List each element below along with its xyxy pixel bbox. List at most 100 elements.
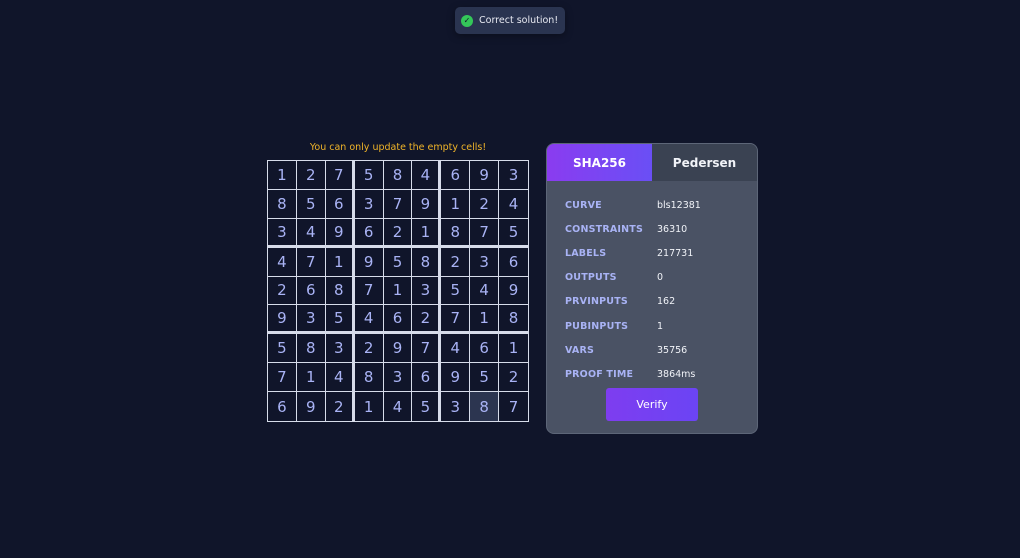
sudoku-cell[interactable]: 2 [326, 392, 355, 421]
sudoku-cell[interactable]: 1 [383, 276, 413, 306]
sudoku-cell[interactable]: 4 [384, 392, 413, 421]
sudoku-cell[interactable]: 9 [441, 363, 471, 393]
sudoku-cell[interactable]: 9 [354, 247, 384, 277]
sudoku-cell[interactable]: 9 [268, 305, 297, 335]
sudoku-cell[interactable]: 8 [441, 218, 471, 248]
sudoku-cell[interactable]: 3 [412, 276, 442, 306]
stat-key: CURVE [565, 199, 602, 211]
sudoku-cell[interactable]: 1 [412, 218, 442, 248]
stat-row-constraints: CONSTRAINTS 36310 [565, 217, 757, 241]
sudoku-cell[interactable]: 1 [325, 247, 355, 277]
sudoku-cell[interactable]: 3 [470, 247, 500, 277]
toast-message: Correct solution! [479, 15, 559, 26]
stat-row-pubinputs: PUBINPUTS 1 [565, 314, 757, 338]
sudoku-cell[interactable]: 8 [470, 392, 500, 421]
sudoku-cell[interactable]: 1 [355, 392, 384, 421]
sudoku-cell[interactable]: 2 [499, 363, 528, 393]
sudoku-cell[interactable]: 5 [412, 392, 442, 421]
sudoku-cell[interactable]: 9 [325, 218, 355, 248]
sudoku-cell[interactable]: 7 [412, 334, 442, 364]
sudoku-cell[interactable]: 5 [296, 189, 326, 219]
sudoku-cell[interactable]: 4 [441, 334, 471, 364]
sudoku-cell[interactable]: 6 [354, 218, 384, 248]
sudoku-cell[interactable]: 2 [441, 247, 471, 277]
sudoku-cell[interactable]: 2 [383, 218, 413, 248]
tab-sha256[interactable]: SHA256 [547, 144, 652, 181]
sudoku-cell[interactable]: 7 [268, 363, 297, 393]
sudoku-cell[interactable]: 9 [412, 189, 442, 219]
sudoku-cell[interactable]: 5 [383, 247, 413, 277]
hash-tabs: SHA256 Pedersen [547, 144, 757, 181]
sudoku-cell[interactable]: 6 [470, 334, 500, 364]
stat-value: 35756 [657, 344, 688, 356]
sudoku-cell[interactable]: 5 [268, 334, 297, 364]
sudoku-cell[interactable]: 3 [325, 334, 355, 364]
sudoku-cell[interactable]: 8 [268, 189, 297, 219]
sudoku-cell[interactable]: 7 [383, 189, 413, 219]
sudoku-cell[interactable]: 8 [325, 276, 355, 306]
sudoku-cell[interactable]: 4 [296, 218, 326, 248]
stat-row-vars: VARS 35756 [565, 338, 757, 362]
sudoku-cell[interactable]: 1 [499, 334, 528, 364]
sudoku-cell[interactable]: 2 [470, 189, 500, 219]
sudoku-cell[interactable]: 1 [470, 305, 500, 335]
sudoku-cell[interactable]: 8 [296, 334, 326, 364]
stat-value: bls12381 [657, 199, 701, 211]
sudoku-cell[interactable]: 5 [470, 363, 500, 393]
circuit-stats: CURVE bls12381 CONSTRAINTS 36310 LABELS … [547, 181, 757, 387]
sudoku-cell[interactable]: 4 [412, 161, 442, 190]
sudoku-cell[interactable]: 4 [268, 247, 297, 277]
sudoku-cell[interactable]: 3 [296, 305, 326, 335]
sudoku-cell[interactable]: 8 [499, 305, 528, 335]
sudoku-cell[interactable]: 1 [441, 189, 471, 219]
sudoku-cell[interactable]: 7 [470, 218, 500, 248]
sudoku-cell[interactable]: 3 [441, 392, 471, 421]
sudoku-cell[interactable]: 9 [470, 161, 500, 190]
sudoku-cell[interactable]: 6 [499, 248, 528, 277]
sudoku-cell[interactable]: 5 [499, 219, 528, 248]
sudoku-cell[interactable]: 2 [354, 334, 384, 364]
sudoku-cell[interactable]: 9 [297, 392, 326, 421]
sudoku-cell[interactable]: 4 [470, 276, 500, 306]
verify-button[interactable]: Verify [606, 388, 698, 421]
sudoku-cell[interactable]: 8 [383, 161, 413, 190]
sudoku-cell[interactable]: 6 [383, 305, 413, 335]
sudoku-cell[interactable]: 9 [383, 334, 413, 364]
sudoku-cell[interactable]: 5 [325, 305, 355, 335]
sudoku-cell[interactable]: 3 [499, 161, 528, 190]
sudoku-cell[interactable]: 4 [325, 363, 355, 393]
stat-key: VARS [565, 344, 595, 356]
stat-row-outputs: OUTPUTS 0 [565, 266, 757, 290]
sudoku-cell[interactable]: 8 [412, 247, 442, 277]
stat-key: PRVINPUTS [565, 296, 628, 308]
sudoku-cell[interactable]: 9 [499, 277, 528, 306]
stat-value: 3864ms [657, 368, 696, 380]
tab-pedersen[interactable]: Pedersen [652, 144, 757, 181]
sudoku-cell[interactable]: 4 [354, 305, 384, 335]
sudoku-cell[interactable]: 6 [441, 161, 471, 190]
sudoku-cell[interactable]: 4 [499, 190, 528, 219]
sudoku-cell[interactable]: 1 [268, 161, 297, 190]
stat-value: 0 [657, 272, 664, 284]
sudoku-cell[interactable]: 7 [325, 161, 355, 190]
stat-row-labels: LABELS 217731 [565, 241, 757, 265]
sudoku-cell[interactable]: 6 [412, 363, 442, 393]
sudoku-cell[interactable]: 7 [296, 247, 326, 277]
sudoku-cell[interactable]: 2 [296, 161, 326, 190]
sudoku-cell[interactable]: 5 [441, 276, 471, 306]
sudoku-cell[interactable]: 6 [296, 276, 326, 306]
sudoku-cell[interactable]: 7 [499, 392, 528, 421]
sudoku-cell[interactable]: 2 [268, 276, 297, 306]
edit-warning: You can only update the empty cells! [309, 142, 487, 153]
sudoku-cell[interactable]: 2 [412, 305, 442, 335]
sudoku-cell[interactable]: 5 [354, 161, 384, 190]
sudoku-cell[interactable]: 7 [354, 276, 384, 306]
sudoku-cell[interactable]: 7 [441, 305, 471, 335]
sudoku-cell[interactable]: 8 [354, 363, 384, 393]
sudoku-cell[interactable]: 1 [296, 363, 326, 393]
sudoku-cell[interactable]: 6 [268, 392, 297, 421]
sudoku-cell[interactable]: 3 [354, 189, 384, 219]
sudoku-cell[interactable]: 3 [383, 363, 413, 393]
sudoku-cell[interactable]: 3 [268, 218, 297, 248]
sudoku-cell[interactable]: 6 [325, 189, 355, 219]
